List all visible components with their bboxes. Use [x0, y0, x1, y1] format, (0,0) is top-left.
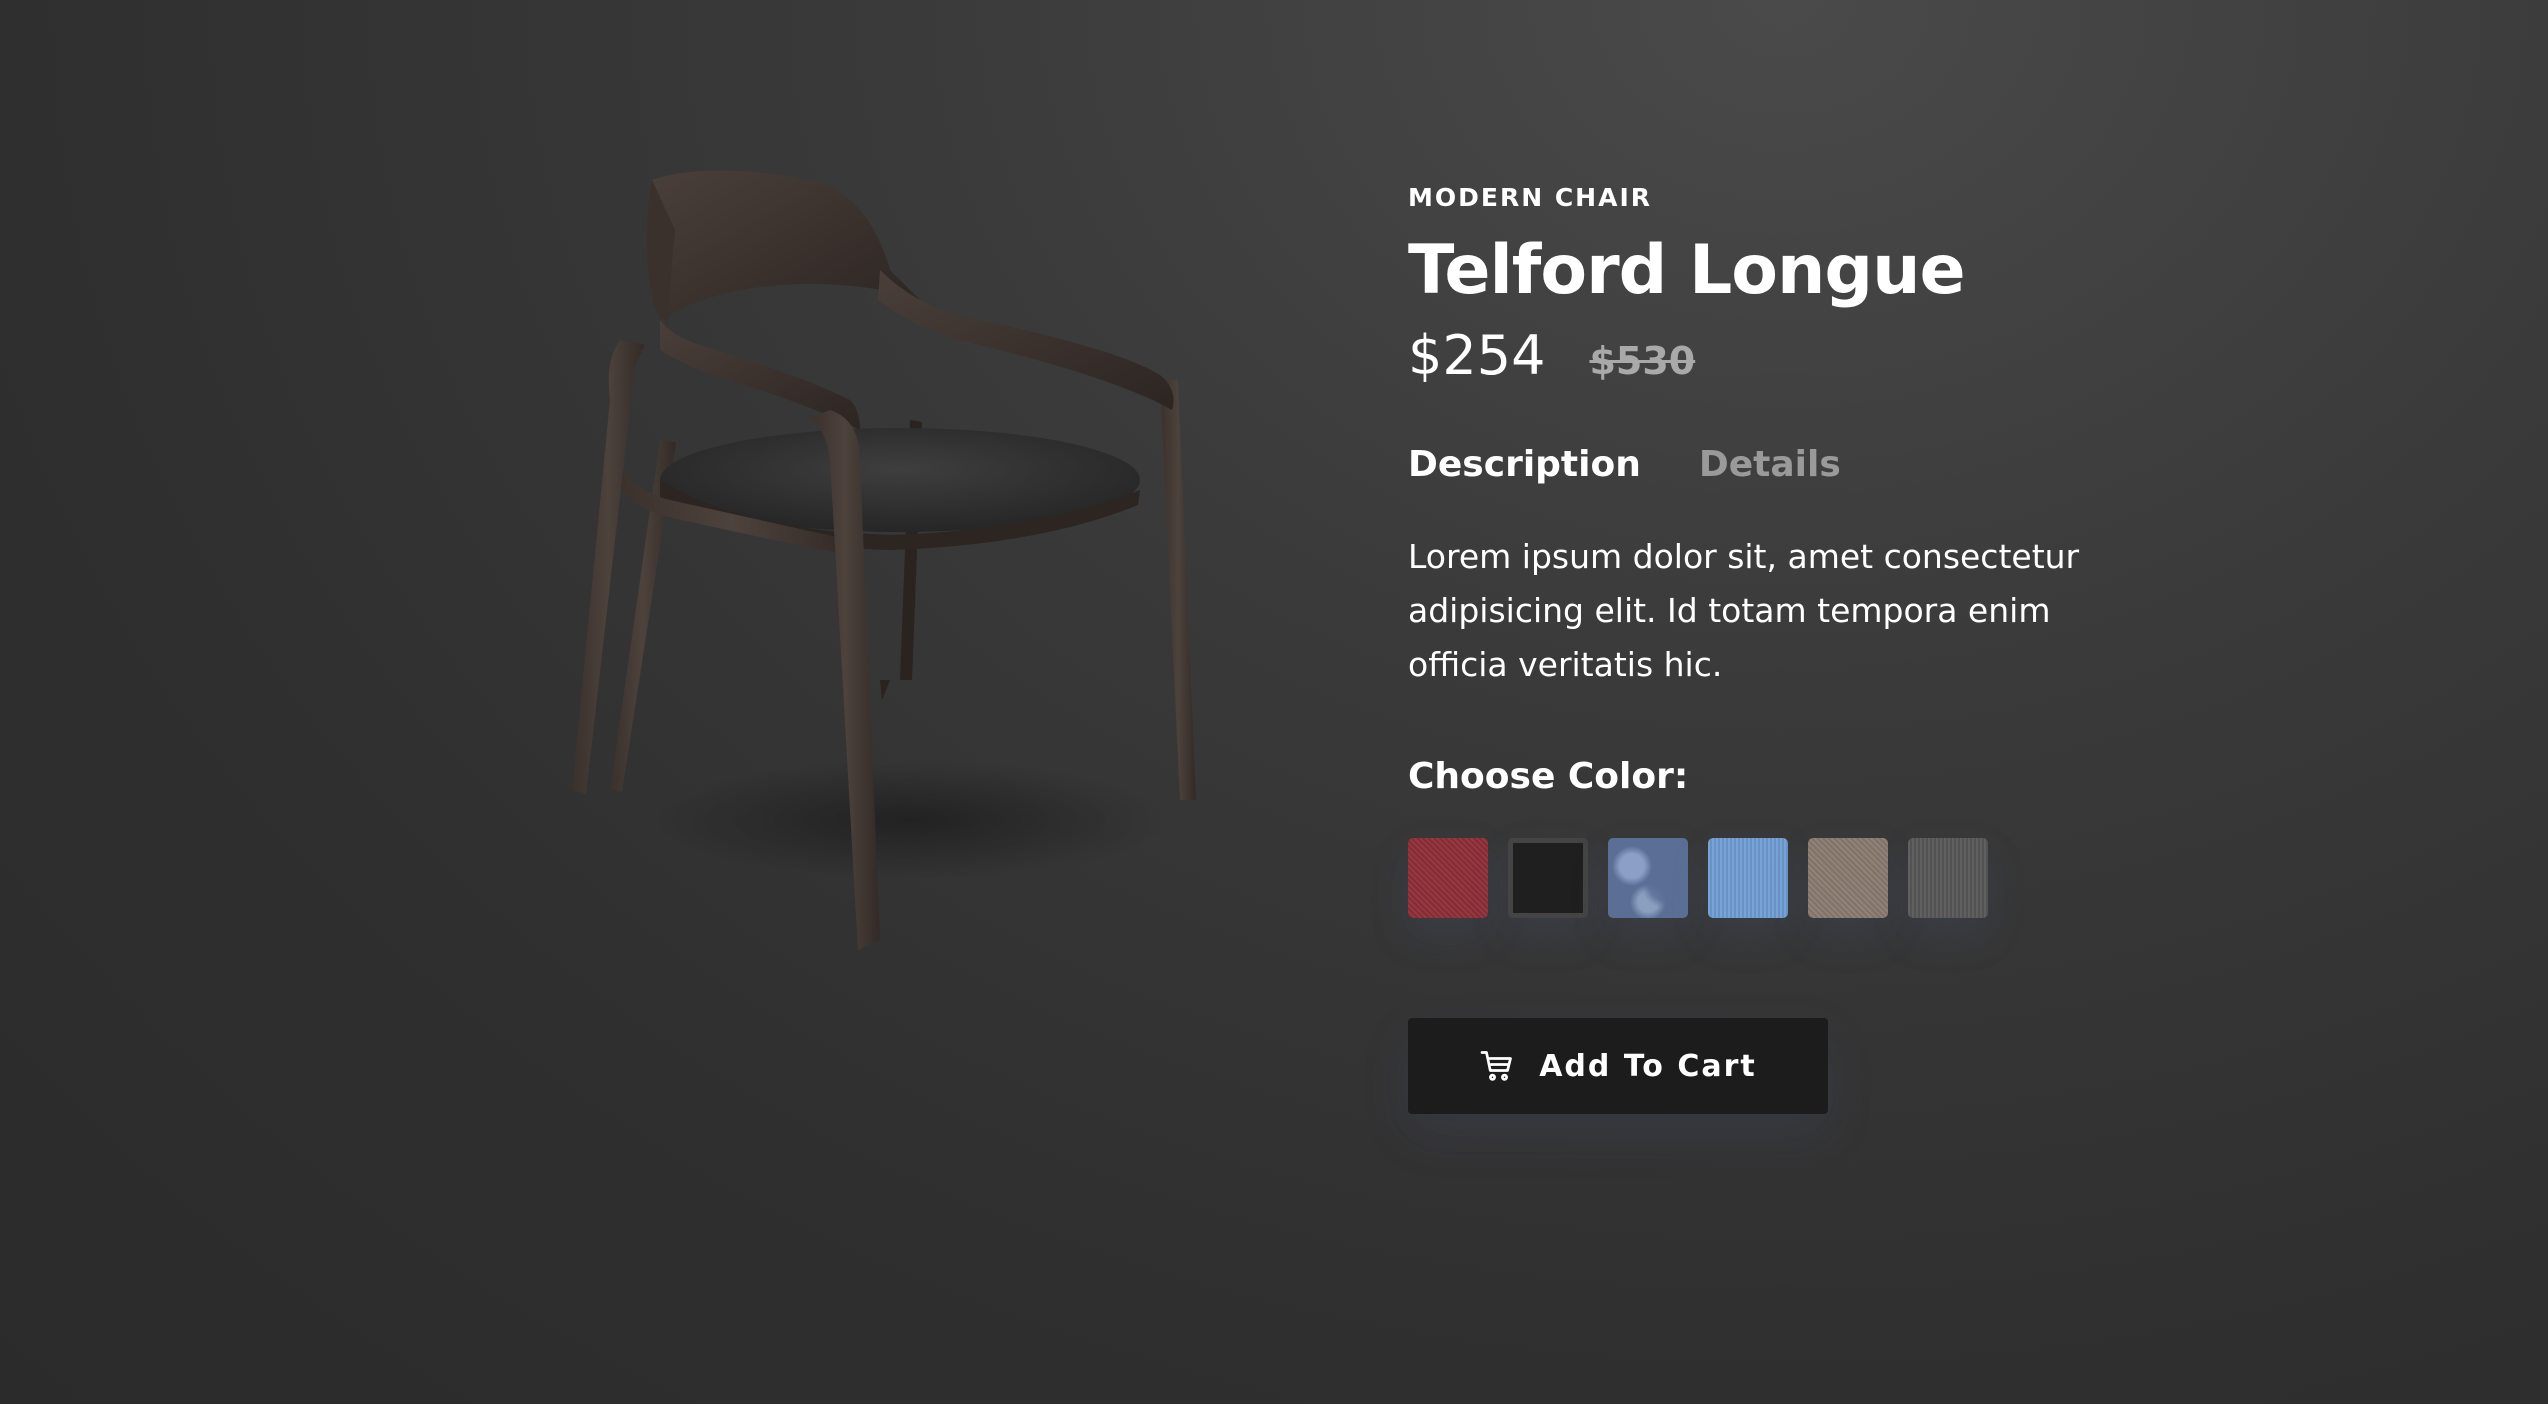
- add-to-cart-button[interactable]: Add To Cart: [1408, 1018, 1828, 1114]
- color-swatch-red[interactable]: [1408, 838, 1488, 918]
- color-swatch-light-blue[interactable]: [1708, 838, 1788, 918]
- color-swatch-grey[interactable]: [1908, 838, 1988, 918]
- product-info: MODERN CHAIR Telford Longue $254 $530 De…: [1408, 180, 2128, 1114]
- tab-details[interactable]: Details: [1699, 444, 1841, 485]
- choose-color-label: Choose Color:: [1408, 756, 1689, 797]
- price-row: $254 $530: [1408, 324, 2128, 404]
- current-price: $254: [1408, 324, 1546, 387]
- product-category: MODERN CHAIR: [1408, 183, 1653, 212]
- info-tabs: Description Details: [1408, 434, 2128, 494]
- color-swatch-beige[interactable]: [1808, 838, 1888, 918]
- color-swatch-denim[interactable]: [1608, 838, 1688, 918]
- product-page: MODERN CHAIR Telford Longue $254 $530 De…: [0, 0, 2548, 1404]
- color-swatches: [1408, 838, 2128, 918]
- add-to-cart-label: Add To Cart: [1539, 1048, 1757, 1084]
- product-image: [560, 160, 1260, 980]
- tab-description[interactable]: Description: [1408, 444, 1641, 485]
- color-swatch-black[interactable]: [1508, 838, 1588, 918]
- product-description: Lorem ipsum dolor sit, amet consectetur …: [1408, 537, 2080, 684]
- original-price: $530: [1589, 339, 1696, 383]
- cart-icon: [1479, 1048, 1515, 1084]
- product-title: Telford Longue: [1408, 231, 1966, 310]
- chair-image: [572, 170, 1196, 950]
